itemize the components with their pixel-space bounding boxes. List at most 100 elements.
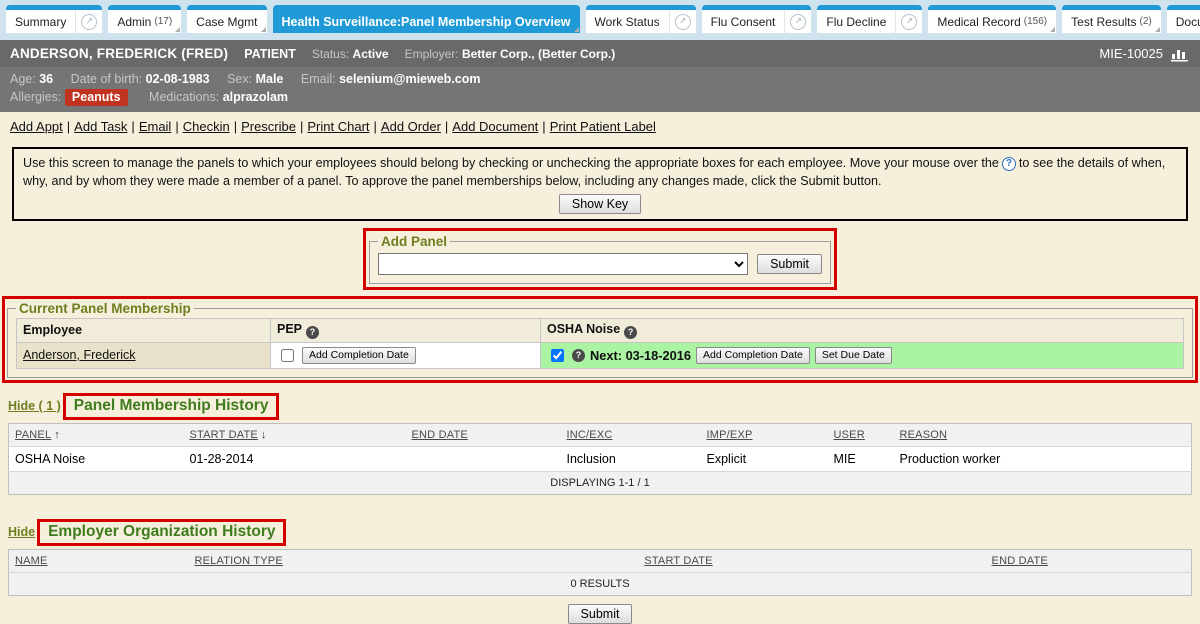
osha-next-due: Next: 03-18-2016 [590,348,691,363]
tab-documents[interactable]: Documen [1167,5,1200,33]
email-link[interactable]: Email [139,119,172,134]
cell-start-date: 01-28-2014 [184,446,406,471]
patient-dob: 02-08-1983 [146,72,210,86]
add-panel-fieldset: Add Panel Submit [369,234,831,284]
checkin-link[interactable]: Checkin [183,119,230,134]
cell-user: MIE [828,446,894,471]
add-task-link[interactable]: Add Task [74,119,127,134]
bar-chart-icon[interactable] [1170,46,1190,62]
panel-history-hide-link[interactable]: Hide ( 1 ) [8,399,61,413]
column-name[interactable]: NAME [9,549,189,572]
add-panel-legend: Add Panel [378,234,450,249]
employer-organization-history-title: Employer Organization History [48,523,275,540]
show-key-button[interactable]: Show Key [559,194,641,214]
cell-end-date [406,446,561,471]
demographics-line-1: Age: 36 Date of birth: 02-08-1983 Sex: M… [10,70,1190,88]
current-panel-membership-fieldset: Current Panel Membership Employee PEP? O… [7,301,1193,378]
popout-button[interactable]: ↗ [784,10,811,33]
tab-case-mgmt[interactable]: Case Mgmt [187,5,266,33]
pep-membership-checkbox[interactable] [281,349,294,362]
osha-add-completion-date-button[interactable]: Add Completion Date [696,347,810,364]
table-row: OSHA Noise 01-28-2014 Inclusion Explicit… [9,446,1192,471]
popout-button[interactable]: ↗ [75,10,102,33]
submit-button[interactable]: Submit [568,604,633,624]
prescribe-link[interactable]: Prescribe [241,119,296,134]
chart-id: MIE-10025 [1099,46,1163,61]
popout-button[interactable]: ↗ [669,10,696,33]
tab-count: (156) [1024,16,1047,27]
column-employee: Employee [17,318,271,342]
cell-panel: OSHA Noise [9,446,184,471]
tab-medical-record[interactable]: Medical Record (156) [928,5,1056,33]
sort-descending-icon: ↓ [261,429,267,441]
column-start-date[interactable]: START DATE↓ [184,423,406,446]
tab-label: Test Results [1071,15,1136,29]
column-inc-exc[interactable]: INC/EXC [561,423,701,446]
tab-fold-corner [1050,27,1055,32]
tab-label: Medical Record [937,15,1020,29]
employee-cell: Anderson, Frederick [17,342,271,368]
column-reason[interactable]: REASON [894,423,1192,446]
popout-icon: ↗ [81,14,97,30]
popout-icon: ↗ [675,14,691,30]
tab-test-results[interactable]: Test Results(2) [1062,5,1161,33]
instructions-text: Use this screen to manage the panels to … [23,156,999,170]
allergy-badge[interactable]: Peanuts [65,89,128,106]
tab-flu-consent[interactable]: Flu Consent ↗ [702,5,812,33]
tab-label: Documen [1176,15,1200,29]
tab-work-status[interactable]: Work Status ↗ [586,5,696,33]
employer-history-hide-link[interactable]: Hide [8,525,35,539]
patient-status: Status: Active [312,47,389,61]
add-document-link[interactable]: Add Document [452,119,538,134]
displaying-count: DISPLAYING 1-1 / 1 [9,471,1192,494]
add-panel-select[interactable] [378,253,748,275]
panel-membership-history-title: Panel Membership History [74,397,269,414]
add-order-link[interactable]: Add Order [381,119,441,134]
employee-link[interactable]: Anderson, Frederick [23,348,136,362]
table-header-row: PANEL↑ START DATE↓ END DATE INC/EXC IMP/… [9,423,1192,446]
popout-icon: ↗ [790,14,806,30]
column-relation-type[interactable]: RELATION TYPE [189,549,509,572]
tab-flu-decline[interactable]: Flu Decline ↗ [817,5,922,33]
pep-add-completion-date-button[interactable]: Add Completion Date [302,347,416,364]
column-start-date[interactable]: START DATE [509,549,849,572]
osha-set-due-date-button[interactable]: Set Due Date [815,347,892,364]
tab-summary[interactable]: Summary ↗ [6,5,102,33]
tab-label: Summary [15,15,66,29]
popout-button[interactable]: ↗ [895,10,922,33]
osha-membership-checkbox[interactable] [551,349,564,362]
results-count: 0 RESULTS [9,572,1192,595]
patient-name: ANDERSON, FREDERICK (FRED) [10,46,228,61]
tab-fold-corner [175,27,180,32]
print-chart-link[interactable]: Print Chart [307,119,369,134]
patient-age: 36 [39,72,53,86]
annotation-box-current-panel-membership: Current Panel Membership Employee PEP? O… [2,296,1198,383]
osha-membership-help-icon[interactable]: ? [572,349,585,362]
help-icon[interactable]: ? [1002,157,1016,171]
patient-sex: Male [256,72,284,86]
column-end-date[interactable]: END DATE [406,423,561,446]
column-panel[interactable]: PANEL↑ [9,423,184,446]
employer-organization-history-header: Hide Employer Organization History [8,519,1200,546]
column-osha-noise: OSHA Noise? [541,318,1184,342]
patient-header-bar: ANDERSON, FREDERICK (FRED) PATIENT Statu… [0,40,1200,67]
tab-health-surveillance-panel-membership-overview[interactable]: Health Surveillance:Panel Membership Ove… [273,5,580,33]
add-appt-link[interactable]: Add Appt [10,119,63,134]
osha-noise-cell: ? Next: 03-18-2016 Add Completion Date S… [541,342,1184,368]
chart-tab-bar: Summary ↗ Admin(17) Case Mgmt Health Sur… [0,0,1200,40]
table-footer-row: 0 RESULTS [9,572,1192,595]
sort-ascending-icon: ↑ [54,429,60,441]
osha-help-icon[interactable]: ? [624,326,637,339]
demographics-line-2: Allergies: Peanuts Medications: alprazol… [10,88,1190,106]
add-panel-submit-button[interactable]: Submit [757,254,822,274]
tab-admin[interactable]: Admin(17) [108,5,181,33]
column-end-date[interactable]: END DATE [849,549,1192,572]
patient-email: selenium@mieweb.com [339,72,480,86]
column-user[interactable]: USER [828,423,894,446]
current-panel-membership-legend: Current Panel Membership [16,301,194,316]
column-imp-exp[interactable]: IMP/EXP [701,423,828,446]
pep-help-icon[interactable]: ? [306,326,319,339]
print-patient-label-link[interactable]: Print Patient Label [550,119,656,134]
cell-inc-exc: Inclusion [561,446,701,471]
patient-action-links: Add Appt|Add Task|Email|Checkin|Prescrib… [0,112,1200,140]
